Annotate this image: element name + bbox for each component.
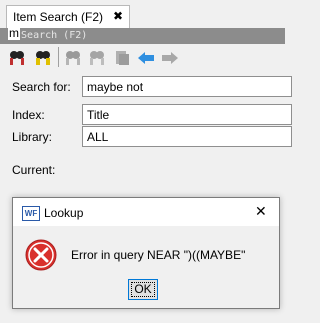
panel-title: n Search (F2) — [9, 30, 88, 41]
dialog-title-bar[interactable]: WF Lookup ✕ — [13, 198, 279, 226]
tab-strip: Item Search (F2) ✖ — [0, 0, 285, 29]
error-icon — [25, 239, 57, 271]
disabled-search-icon-2[interactable] — [88, 49, 106, 67]
search-input[interactable]: maybe not — [82, 76, 292, 97]
error-message: Error in query NEAR ")((MAYBE" — [71, 248, 246, 262]
library-select[interactable]: ALL — [82, 126, 292, 147]
disabled-search-icon[interactable] — [64, 49, 82, 67]
panel-title-bar: n Search (F2) m — [0, 26, 285, 44]
current-label: Current: — [12, 163, 56, 177]
search-for-label: Search for: — [12, 80, 71, 94]
disabled-item-icon[interactable] — [113, 49, 131, 67]
toolbar-separator — [58, 47, 59, 67]
search-all-icon[interactable] — [34, 49, 52, 67]
close-icon[interactable]: ✕ — [255, 203, 267, 220]
back-arrow-icon[interactable] — [137, 49, 155, 67]
index-label: Index: — [12, 108, 45, 122]
index-select[interactable]: Title — [82, 104, 292, 125]
lookup-dialog: WF Lookup ✕ Error in query NEAR ")((MAYB… — [12, 197, 280, 309]
tab-label: Item Search (F2) — [13, 10, 104, 24]
tab-close-icon[interactable]: ✖ — [113, 9, 123, 23]
library-label: Library: — [12, 130, 53, 144]
dialog-title: Lookup — [44, 206, 84, 220]
panel-caret-text: m — [8, 26, 20, 40]
search-icon[interactable] — [8, 49, 26, 67]
tab-item-search[interactable]: Item Search (F2) ✖ — [6, 5, 130, 29]
app-icon: WF — [22, 206, 40, 221]
toolbar — [0, 45, 285, 71]
ok-button[interactable]: OK — [128, 279, 158, 300]
forward-arrow-icon[interactable] — [161, 49, 179, 67]
